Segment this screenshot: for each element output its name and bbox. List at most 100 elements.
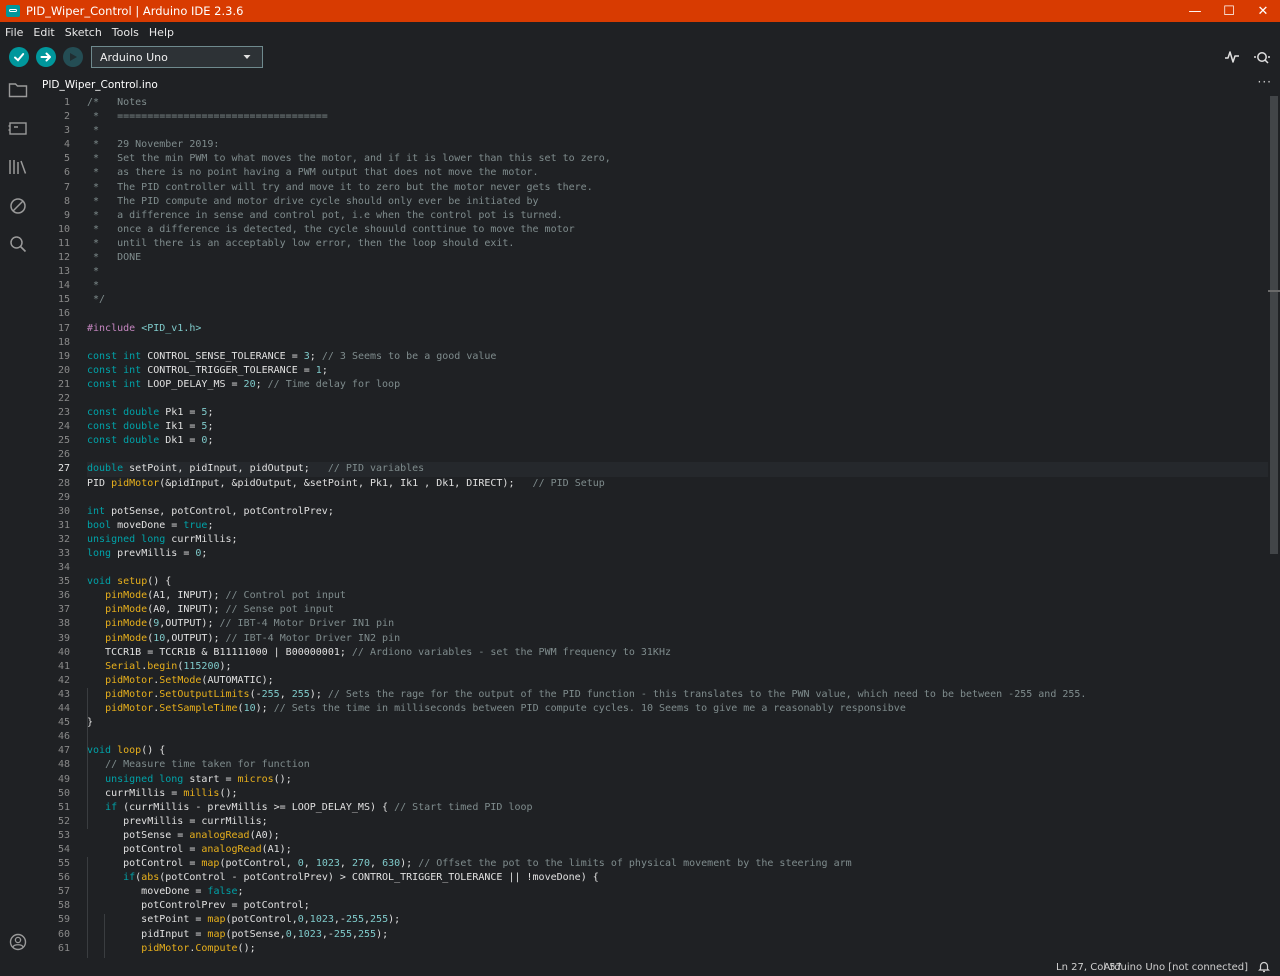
code-line: TCCR1B = TCCR1B & B11111000 | B00000001;… <box>87 646 1268 660</box>
code-token: 255 <box>291 688 310 700</box>
tab-more-button[interactable]: ··· <box>1258 75 1272 89</box>
account-button[interactable] <box>8 932 28 952</box>
code-token: () { <box>141 745 166 757</box>
menu-sketch[interactable]: Sketch <box>60 26 107 39</box>
minimize-button[interactable]: — <box>1178 0 1212 22</box>
line-number: 22 <box>57 392 70 404</box>
line-number: 9 <box>63 209 70 221</box>
code-text[interactable]: /* Notes * =============================… <box>87 96 1268 958</box>
scrollbar-marker <box>1268 290 1280 292</box>
code-token: 255 <box>261 688 280 700</box>
menu-edit[interactable]: Edit <box>28 26 59 39</box>
code-token: * a difference in sense and control pot,… <box>87 209 563 221</box>
menu-tools[interactable]: Tools <box>107 26 144 39</box>
code-line: void loop() { <box>87 744 1268 758</box>
code-token: pidInput = <box>87 928 208 940</box>
code-token: * Set the min PWM to what moves the moto… <box>87 153 611 165</box>
line-number: 16 <box>57 308 70 320</box>
code-line: const int CONTROL_TRIGGER_TOLERANCE = 1; <box>87 364 1268 378</box>
code-token: PID <box>87 477 112 489</box>
code-token: (A0); <box>249 829 280 841</box>
code-line: pidMotor.SetSampleTime(10); // Sets the … <box>87 702 1268 716</box>
code-token: CONTROL_SENSE_TOLERANCE = <box>147 350 304 362</box>
code-token: setPoint = <box>87 914 208 926</box>
code-line: if (currMillis - prevMillis >= LOOP_DELA… <box>87 801 1268 815</box>
notifications-button[interactable] <box>1258 960 1270 976</box>
line-number: 20 <box>57 364 70 376</box>
code-line: * <box>87 279 1268 293</box>
menu-help[interactable]: Help <box>144 26 179 39</box>
editor-scrollbar[interactable] <box>1268 96 1280 958</box>
code-token: if <box>105 801 124 813</box>
tab-pid-wiper-control[interactable]: PID_Wiper_Control.ino <box>36 72 164 97</box>
code-token: pinMode <box>105 604 148 616</box>
upload-button[interactable] <box>36 47 56 67</box>
code-editor[interactable]: 1 2 3 4 5 6 7 8 9 10 11 12 13 14 15 16 17 18 19 20 21 22 23 24 2… <box>36 96 1268 958</box>
code-line: pidInput = map(potSense,0,1023,-255,255)… <box>87 928 1268 942</box>
line-number: 53 <box>57 829 70 841</box>
code-token: pidMotor <box>105 703 154 715</box>
code-token: ; <box>201 548 208 559</box>
line-number: 59 <box>57 914 70 926</box>
code-token: 255 <box>370 914 389 926</box>
code-token: // PID variables <box>327 463 425 475</box>
code-line: const double Pk1 = 5; <box>87 406 1268 420</box>
board-status[interactable]: Arduino Uno [not connected] <box>1103 962 1248 973</box>
code-token: ,- <box>333 914 346 926</box>
window-title: PID_Wiper_Control | Arduino IDE 2.3.6 <box>26 4 244 18</box>
code-token: abs <box>141 872 160 884</box>
code-token: ); <box>400 858 419 870</box>
debug-button[interactable] <box>63 47 83 67</box>
code-token: pidMotor <box>105 688 154 700</box>
board-selector[interactable]: Arduino Uno <box>91 46 263 68</box>
code-line: long prevMillis = 0; <box>87 547 1268 561</box>
search-button[interactable] <box>8 234 28 254</box>
code-token: begin <box>147 660 178 672</box>
code-token: int <box>87 505 112 517</box>
code-token: ,OUTPUT); <box>159 618 220 630</box>
code-token: SetMode <box>159 674 202 686</box>
line-number: 38 <box>57 618 70 630</box>
line-number: 39 <box>57 632 70 644</box>
code-token: (); <box>273 773 292 785</box>
scrollbar-thumb[interactable] <box>1270 96 1278 554</box>
line-number: 27 <box>57 463 70 475</box>
code-line: */ <box>87 293 1268 307</box>
line-number: 31 <box>57 519 70 531</box>
line-number: 2 <box>63 111 70 123</box>
serial-monitor-button[interactable] <box>1252 47 1272 67</box>
close-button[interactable]: ✕ <box>1246 0 1280 22</box>
status-bar: Ln 27, Col 57 Arduino Uno [not connected… <box>0 958 1280 976</box>
code-line: if(abs(potControl - potControlPrev) > CO… <box>87 871 1268 885</box>
code-line: * a difference in sense and control pot,… <box>87 209 1268 223</box>
serial-plotter-button[interactable] <box>1222 47 1242 67</box>
code-token: // Offset the pot to the limits of physi… <box>418 858 852 870</box>
code-token: , <box>303 858 316 870</box>
code-line: pidMotor.SetOutputLimits(-255, 255); // … <box>87 688 1268 702</box>
code-token: 20 <box>243 378 256 390</box>
line-number: 26 <box>57 449 70 461</box>
debug-panel-button[interactable] <box>8 196 28 216</box>
line-number: 3 <box>63 125 70 137</box>
bell-icon <box>1258 961 1270 973</box>
code-token: (potControl, <box>225 914 298 926</box>
line-number: 28 <box>57 477 70 489</box>
code-line: * DONE <box>87 251 1268 265</box>
boards-manager-icon <box>8 122 27 135</box>
sketchbook-button[interactable] <box>8 80 28 100</box>
maximize-button[interactable]: ☐ <box>1212 0 1246 22</box>
menu-file[interactable]: File <box>0 26 28 39</box>
line-number: 45 <box>57 717 70 729</box>
verify-button[interactable] <box>9 47 29 67</box>
code-token: pidMotor <box>111 477 160 489</box>
library-manager-button[interactable] <box>8 157 28 177</box>
line-number: 44 <box>57 703 70 715</box>
line-number: 43 <box>57 688 70 700</box>
boards-manager-button[interactable] <box>8 118 28 138</box>
code-token: prevMillis = <box>117 548 196 559</box>
